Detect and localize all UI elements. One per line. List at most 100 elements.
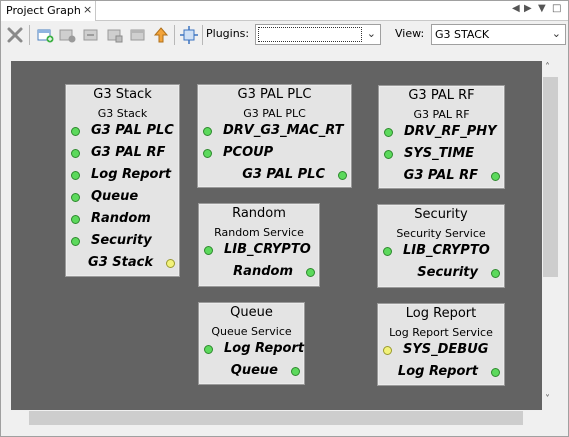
input-port-connector[interactable] — [71, 215, 80, 224]
chevron-down-icon: ⌄ — [366, 27, 376, 40]
scroll-left-icon[interactable]: ◀ — [512, 3, 520, 14]
move-up-button[interactable] — [151, 25, 171, 45]
output-port-row: Security — [378, 264, 504, 284]
activate-button[interactable] — [57, 25, 77, 45]
component-node-log-report[interactable]: Log Report Log Report Service SYS_DEBUG Log… — [377, 303, 505, 386]
restore-window-icon[interactable]: □ — [552, 3, 561, 14]
output-port-label: Security — [417, 265, 478, 280]
node-title: Random — [232, 206, 286, 221]
input-port-connector[interactable] — [204, 345, 213, 354]
input-port-connector[interactable] — [71, 171, 80, 180]
output-port-connector[interactable] — [338, 171, 347, 180]
output-port-label: Queue — [230, 363, 278, 378]
input-port-row: G3 PAL RF — [66, 144, 179, 164]
input-port-label: PCOUP — [223, 145, 274, 160]
input-port-label: G3 PAL RF — [91, 145, 166, 160]
scroll-right-icon[interactable]: ▶ — [524, 3, 532, 14]
deactivate-icon — [83, 29, 98, 41]
input-port-connector[interactable] — [71, 127, 80, 136]
output-port-connector[interactable] — [491, 269, 500, 278]
view-dropdown[interactable]: G3 STACK ⌄ — [431, 24, 566, 45]
up-arrow-icon — [153, 27, 169, 43]
close-icon[interactable]: × — [83, 3, 92, 16]
input-port-row: SYS_TIME — [379, 145, 504, 165]
vertical-scroll-thumb[interactable] — [543, 77, 558, 277]
input-port-connector[interactable] — [71, 237, 80, 246]
node-subtitle: Random Service — [214, 226, 304, 239]
output-port-connector[interactable] — [291, 367, 300, 376]
output-port-row: Log Report — [378, 363, 504, 383]
input-port-label: DRV_G3_MAC_RT — [223, 123, 344, 138]
plugins-label: Plugins: — [206, 27, 250, 40]
input-port-label: Queue — [91, 189, 139, 204]
chevron-down-icon: ⌄ — [551, 27, 561, 40]
node-title: Log Report — [405, 306, 477, 321]
view-label: View: — [395, 27, 425, 40]
input-port-connector[interactable] — [71, 149, 80, 158]
horizontal-scroll-thumb[interactable] — [29, 411, 523, 425]
input-port-connector[interactable] — [384, 128, 393, 137]
input-port-label: Log Report — [91, 167, 172, 182]
remove-component-button[interactable] — [5, 25, 25, 45]
component-node-g3-pal-rf[interactable]: G3 PAL RF G3 PAL RF DRV_RF_PHY SYS_TIME G3 P… — [378, 85, 505, 189]
export-icon — [107, 29, 123, 43]
input-port-label: DRV_RF_PHY — [404, 124, 497, 139]
fit-to-view-button[interactable] — [179, 25, 199, 45]
node-title: G3 PAL RF — [408, 88, 475, 103]
view-value: G3 STACK — [435, 28, 490, 41]
graph-canvas[interactable]: G3 Stack G3 Stack G3 PAL PLC G3 PAL RF Log R… — [11, 61, 542, 410]
input-port-label: Log Report — [224, 341, 305, 356]
plugins-dropdown[interactable]: ⌄ — [255, 24, 381, 45]
node-title: G3 PAL PLC — [237, 87, 312, 102]
component-node-queue[interactable]: Queue Queue Service Log Report Queue — [198, 302, 305, 385]
deactivate-button[interactable] — [81, 25, 101, 45]
output-port-connector[interactable] — [306, 268, 315, 277]
input-port-row: Log Report — [199, 340, 304, 360]
component-node-g3-pal-plc[interactable]: G3 PAL PLC G3 PAL PLC DRV_G3_MAC_RT PCOUP G3… — [197, 84, 352, 188]
focus-ring — [258, 27, 362, 42]
output-port-row: Queue — [199, 362, 304, 382]
node-title: Queue — [230, 305, 273, 320]
activate-icon — [59, 29, 76, 43]
input-port-label: SYS_DEBUG — [403, 342, 489, 357]
delete-icon — [7, 27, 23, 43]
input-port-row: SYS_DEBUG — [378, 341, 504, 361]
input-port-row: LIB_CRYPTO — [378, 242, 504, 262]
toolbar-separator — [174, 25, 175, 45]
output-port-label: Log Report — [397, 364, 478, 379]
vertical-scrollbar[interactable]: ˄ ˅ — [542, 61, 559, 410]
import-button[interactable] — [128, 25, 148, 45]
output-port-row: G3 PAL PLC — [198, 166, 351, 186]
input-port-connector[interactable] — [383, 247, 392, 256]
toolbar-separator — [29, 25, 30, 45]
input-port-row: PCOUP — [198, 144, 351, 164]
output-port-connector[interactable] — [491, 368, 500, 377]
fit-view-icon — [180, 26, 198, 44]
toolbar-separator — [202, 25, 203, 45]
input-port-connector[interactable] — [204, 246, 213, 255]
tab-project-graph[interactable]: Project Graph × — [1, 1, 96, 22]
input-port-connector[interactable] — [71, 193, 80, 202]
export-button[interactable] — [105, 25, 125, 45]
output-port-label: Random — [233, 264, 293, 279]
input-port-connector[interactable] — [383, 346, 392, 355]
output-port-connector[interactable] — [166, 259, 175, 268]
component-node-security[interactable]: Security Security Service LIB_CRYPTO Securi… — [377, 204, 505, 288]
import-icon — [130, 29, 145, 41]
input-port-row: G3 PAL PLC — [66, 122, 179, 142]
input-port-connector[interactable] — [203, 149, 212, 158]
output-port-connector[interactable] — [491, 172, 500, 181]
input-port-connector[interactable] — [203, 127, 212, 136]
input-port-connector[interactable] — [384, 150, 393, 159]
scroll-up-icon[interactable]: ˄ — [545, 62, 550, 73]
add-component-button[interactable] — [35, 25, 55, 45]
tab-bar: Project Graph × ◀ ▶ ▼ □ — [1, 1, 568, 22]
window-menu-icon[interactable]: ▼ — [538, 3, 546, 14]
scroll-down-icon[interactable]: ˅ — [545, 394, 550, 405]
horizontal-scrollbar[interactable] — [11, 410, 542, 427]
component-node-random[interactable]: Random Random Service LIB_CRYPTO Random — [198, 203, 320, 287]
output-port-label: G3 PAL PLC — [242, 167, 325, 182]
component-node-g3-stack[interactable]: G3 Stack G3 Stack G3 PAL PLC G3 PAL RF Log R… — [65, 84, 180, 277]
project-graph-window: Project Graph × ◀ ▶ ▼ □ Plugins: ⌄ View:… — [0, 0, 569, 437]
input-port-row: DRV_RF_PHY — [379, 123, 504, 143]
